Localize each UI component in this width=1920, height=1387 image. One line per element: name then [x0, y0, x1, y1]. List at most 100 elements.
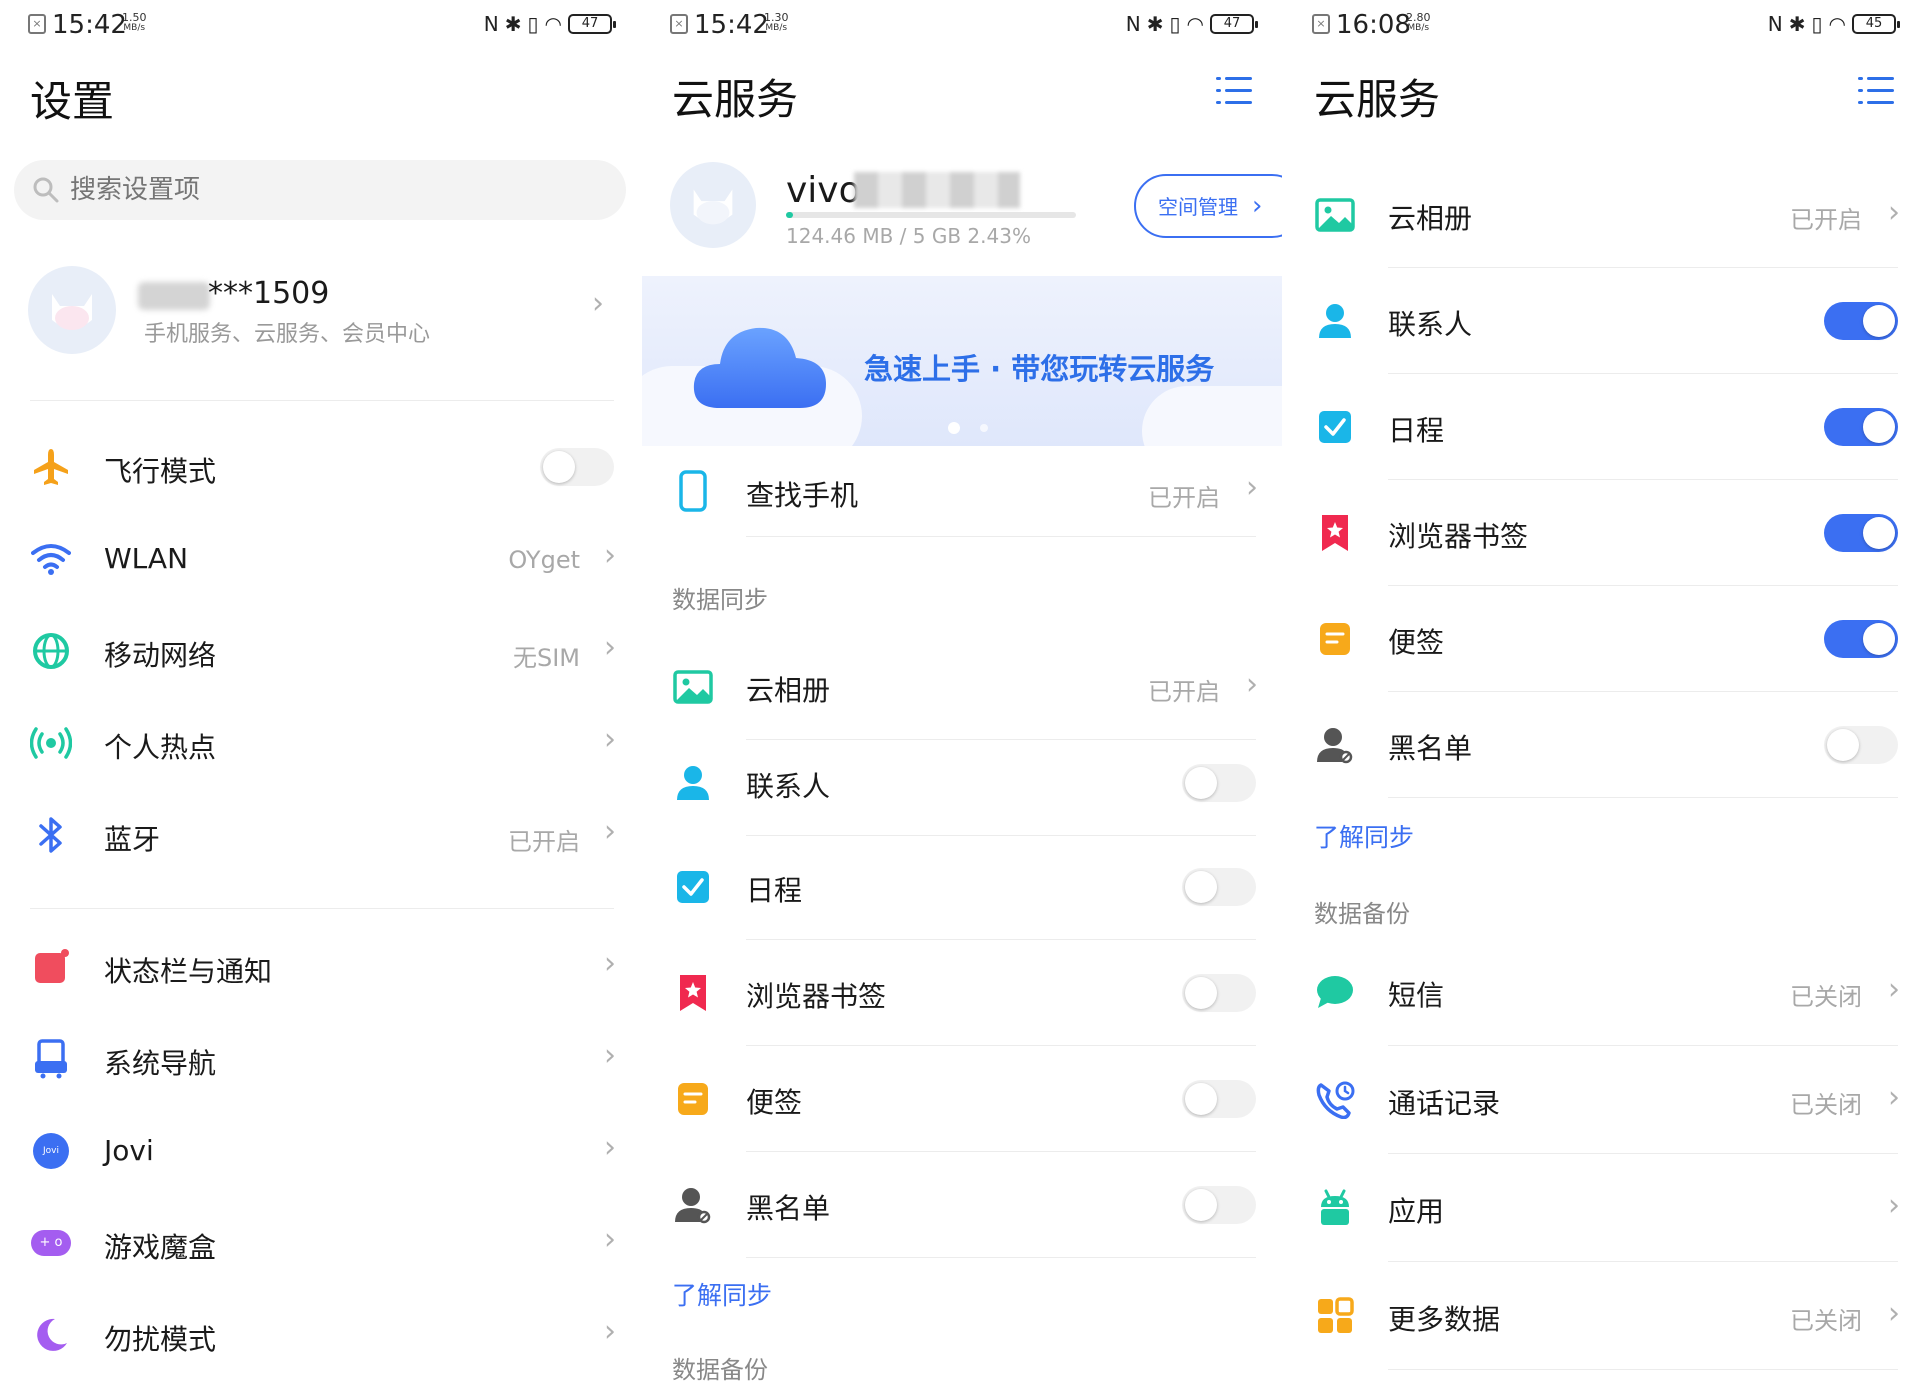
space-manage-button[interactable]: 空间管理 ›	[1134, 174, 1282, 238]
chevron-right-icon: ›	[1888, 1188, 1900, 1223]
sync-row-2[interactable]: 日程	[1284, 374, 1920, 480]
sync-toggle[interactable]	[1824, 408, 1898, 446]
sync-value: 已开启	[1790, 206, 1862, 234]
sync-row-3[interactable]: 浏览器书签	[642, 940, 1282, 1046]
setting-4-row[interactable]: 蓝牙 已开启 ›	[0, 796, 640, 876]
menu-list-icon[interactable]	[1858, 76, 1894, 106]
backup-value: 已关闭	[1790, 983, 1862, 1011]
sync-label: 便签	[746, 1086, 803, 1119]
sync-row-0[interactable]: 云相册 已开启 ›	[642, 634, 1282, 740]
setting-value: 无SIM	[512, 644, 580, 672]
bluetooth-status-icon: ✱	[504, 12, 522, 36]
sync-toggle[interactable]	[1824, 514, 1898, 552]
wifi-status-icon: ◠	[1186, 12, 1204, 36]
search-input[interactable]	[70, 170, 590, 210]
blacklist-icon	[672, 1184, 714, 1226]
battery-icon: 47	[568, 14, 616, 34]
chevron-right-icon: ›	[1888, 195, 1900, 230]
airplane-mode-toggle[interactable]	[540, 448, 614, 486]
backup-value: 已关闭	[1790, 1091, 1862, 1119]
sync-row-0[interactable]: 云相册 已开启 ›	[1284, 162, 1920, 268]
setting-1-row[interactable]: WLAN OYget ›	[0, 520, 640, 600]
sync-toggle[interactable]	[1182, 764, 1256, 802]
setting-6-row[interactable]: 系统导航 ›	[0, 1020, 640, 1100]
divider	[746, 536, 1256, 537]
account-row[interactable]: ***1509 手机服务、云服务、会员中心 ›	[0, 262, 640, 362]
backup-row-3[interactable]: 更多数据 已关闭 ›	[1284, 1262, 1920, 1370]
search-bar[interactable]	[14, 160, 626, 220]
sync-row-2[interactable]: 日程	[642, 834, 1282, 940]
backup-section-header: 数据备份	[672, 1356, 768, 1384]
learn-sync-link[interactable]: 了解同步	[1314, 818, 1414, 854]
album-icon	[672, 666, 714, 708]
backup-row-0[interactable]: 短信 已关闭 ›	[1284, 938, 1920, 1046]
find-phone-row[interactable]: 查找手机 已开启 ›	[642, 448, 1282, 538]
sync-toggle[interactable]	[1182, 974, 1256, 1012]
setting-3-row[interactable]: 个人热点 ›	[0, 704, 640, 784]
album-icon	[1314, 194, 1356, 236]
status-time: 16:08	[1336, 10, 1411, 40]
page-title: 设置	[30, 77, 115, 126]
sync-label: 黑名单	[1388, 732, 1473, 765]
avatar	[28, 266, 116, 354]
more-data-icon	[1314, 1295, 1356, 1337]
banner-text: 急速上手 · 带您玩转云服务	[864, 352, 1215, 386]
sync-toggle[interactable]	[1824, 726, 1898, 764]
sync-toggle[interactable]	[1182, 1080, 1256, 1118]
notification-x-icon: ×	[670, 14, 688, 34]
sync-toggle[interactable]	[1182, 1186, 1256, 1224]
sync-row-1[interactable]: 联系人	[1284, 268, 1920, 374]
chevron-right-icon: ›	[604, 538, 616, 573]
menu-list-icon[interactable]	[1216, 76, 1252, 106]
setting-5-row[interactable]: 状态栏与通知 ›	[0, 928, 640, 1008]
sync-row-1[interactable]: 联系人	[642, 730, 1282, 836]
sync-toggle[interactable]	[1182, 868, 1256, 906]
cloud-service-screen-scrolled: 数据同步 × 16:08 2.80MB/s N ✱ ▯ ◠ 45 云服务 云相册…	[1284, 0, 1920, 1387]
account-subtitle: 手机服务、云服务、会员中心	[144, 322, 431, 347]
setting-2-row[interactable]: 移动网络 无SIM ›	[0, 612, 640, 692]
jovi-icon: Jovi	[30, 1130, 72, 1172]
network-speed: 1.50 MB/s	[122, 12, 147, 34]
sync-toggle[interactable]	[1824, 302, 1898, 340]
calendar-check-icon	[672, 866, 714, 908]
chevron-right-icon: ›	[1252, 191, 1263, 221]
bluetooth-icon	[30, 814, 72, 856]
find-phone-label: 查找手机	[746, 479, 859, 512]
guide-banner[interactable]: 急速上手 · 带您玩转云服务	[642, 276, 1282, 446]
setting-label: 飞行模式	[104, 455, 217, 488]
speed-value: 1.30	[764, 11, 789, 24]
network-speed: 2.80 MB/s	[1406, 12, 1431, 34]
sync-row-4[interactable]: 便签	[1284, 586, 1920, 692]
setting-9-row[interactable]: 勿扰模式 ›	[0, 1296, 640, 1376]
setting-7-row[interactable]: Jovi Jovi ›	[0, 1112, 640, 1192]
setting-8-row[interactable]: + o 游戏魔盒 ›	[0, 1204, 640, 1284]
learn-sync-link[interactable]: 了解同步	[672, 1276, 772, 1312]
sync-row-4[interactable]: 便签	[642, 1046, 1282, 1152]
backup-row-2[interactable]: 应用 ›	[1284, 1154, 1920, 1262]
header-bg	[1284, 132, 1920, 140]
contact-icon	[672, 762, 714, 804]
chevron-right-icon: ›	[604, 722, 616, 757]
status-time: 15:42	[52, 10, 127, 40]
status-icons: N ✱ ▯ ◠ 45	[1767, 12, 1900, 36]
chevron-right-icon: ›	[604, 1130, 616, 1165]
avatar	[670, 162, 756, 248]
backup-row-1[interactable]: 通话记录 已关闭 ›	[1284, 1046, 1920, 1154]
bluetooth-status-icon: ✱	[1146, 12, 1164, 36]
cloud-icon	[693, 327, 826, 408]
chevron-right-icon: ›	[604, 1038, 616, 1073]
banner-dot-active	[948, 422, 960, 434]
contact-icon	[1314, 300, 1356, 342]
sync-toggle[interactable]	[1824, 620, 1898, 658]
android-icon	[1314, 1187, 1356, 1229]
sync-row-5[interactable]: 黑名单	[642, 1152, 1282, 1258]
status-icons: N ✱ ▯ ◠ 47	[484, 12, 616, 36]
sync-row-3[interactable]: 浏览器书签	[1284, 480, 1920, 586]
chevron-right-icon: ›	[604, 1222, 616, 1257]
setting-0-row[interactable]: 飞行模式	[0, 428, 640, 508]
sync-row-5[interactable]: 黑名单	[1284, 692, 1920, 798]
banner-dot	[980, 424, 988, 432]
setting-label: Jovi	[104, 1134, 154, 1167]
nfc-icon: N	[1767, 12, 1783, 36]
hotspot-icon	[30, 722, 72, 764]
